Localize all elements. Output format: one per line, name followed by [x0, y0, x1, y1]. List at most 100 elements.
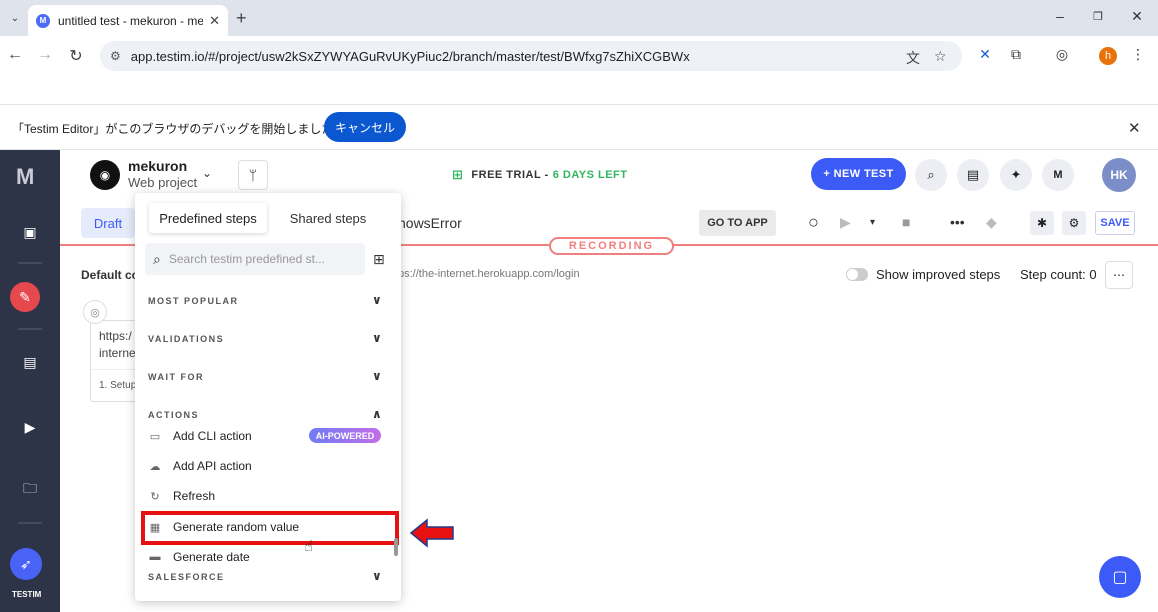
improved-steps-toggle[interactable] — [846, 268, 868, 281]
branch-icon[interactable]: ᛘ — [238, 160, 268, 190]
forward-icon[interactable]: → — [35, 46, 55, 64]
cli-icon: ▭ — [149, 430, 161, 443]
restore-icon[interactable]: ❐ — [1088, 10, 1108, 23]
new-tab-icon[interactable]: + — [236, 8, 247, 29]
screenshot-icon[interactable]: ◎ — [1052, 46, 1072, 66]
tab-shared-steps[interactable]: Shared steps — [285, 203, 371, 233]
browser-menu-icon[interactable]: ⋮ — [1128, 46, 1148, 66]
section-salesforce[interactable]: SALESFORCE — [148, 572, 225, 582]
play-options-chevron-icon[interactable]: ▾ — [870, 217, 875, 228]
bug-icon[interactable]: ✱ — [1030, 211, 1054, 235]
more-options-icon[interactable]: ••• — [950, 214, 965, 230]
translate-icon[interactable]: 文 — [906, 48, 920, 68]
tab-predefined-steps[interactable]: Predefined steps — [149, 203, 267, 233]
cancel-button[interactable]: キャンセル — [324, 112, 406, 142]
gear-icon[interactable]: ⚙ — [1062, 211, 1086, 235]
trial-label: FREE TRIAL - — [471, 169, 549, 181]
user-avatar[interactable]: HK — [1102, 158, 1136, 192]
rocket-icon[interactable]: ➶ — [10, 548, 42, 580]
notes-icon[interactable]: ▤ — [957, 159, 989, 191]
debug-infobar: 「Testim Editor」がこのブラウザのデバッグを開始しました キャンセル… — [0, 104, 1158, 150]
address-bar[interactable]: ⚙ app.testim.io/#/project/usw2kSxZYWYAGu… — [100, 41, 962, 71]
sidebar-divider — [18, 328, 42, 330]
more-options-icon[interactable]: ⋯ — [1105, 261, 1133, 289]
tab-search-chevron-icon[interactable]: ⌄ — [5, 8, 25, 28]
action-label: Add API action — [173, 459, 252, 473]
panel-scrollbar[interactable] — [394, 538, 398, 556]
sidebar-divider — [18, 262, 42, 264]
site-info-icon[interactable]: ⚙ — [110, 49, 121, 63]
chevron-up-icon[interactable]: ∧ — [372, 407, 382, 421]
recording-badge: RECORDING — [549, 237, 674, 255]
section-wait-for[interactable]: WAIT FOR — [148, 372, 204, 382]
go-to-app-button[interactable]: GO TO APP — [699, 210, 776, 236]
chevron-down-icon[interactable]: ⌄ — [202, 166, 212, 180]
action-generate-date[interactable]: ▬ Generate date — [148, 550, 250, 564]
date-icon: ▬ — [149, 551, 161, 563]
refresh-icon: ↻ — [150, 490, 160, 503]
project-name[interactable]: mekuron — [128, 158, 187, 174]
bookmark-star-icon[interactable]: ☆ — [934, 48, 947, 65]
trial-days: 6 DAYS LEFT — [552, 169, 628, 181]
add-folder-icon[interactable]: ⊞ — [373, 251, 385, 268]
red-arrow-annotation — [409, 518, 454, 548]
test-name[interactable]: howsError — [398, 215, 462, 231]
settings-folder-icon[interactable]: 🗀 — [18, 478, 42, 502]
back-icon[interactable]: ← — [5, 46, 25, 64]
reload-icon[interactable]: ↻ — [66, 46, 86, 66]
testim-logo[interactable]: M — [16, 164, 34, 190]
minimize-icon[interactable]: – — [1050, 8, 1070, 24]
predefined-steps-panel: Predefined steps Shared steps ⌕ Search t… — [135, 193, 401, 601]
action-refresh[interactable]: ↻ Refresh — [148, 489, 215, 503]
highlight-box — [141, 511, 399, 545]
action-add-cli[interactable]: ▭ Add CLI action — [148, 429, 252, 443]
action-add-api[interactable]: ☁ Add API action — [148, 459, 252, 473]
search-icon: ⌕ — [153, 250, 161, 267]
screen: ⌄ M untitled test - mekuron - me ✕ + – ❐… — [0, 0, 1158, 612]
action-label: Refresh — [173, 489, 216, 503]
infobar-close-icon[interactable]: ✕ — [1128, 119, 1141, 137]
search-placeholder: Search testim predefined st... — [168, 252, 325, 266]
url-text: app.testim.io/#/project/usw2kSxZYWYAGuRv… — [130, 48, 690, 64]
search-icon[interactable]: ⌕ — [915, 159, 947, 191]
sidebar-divider — [18, 522, 42, 524]
extensions-puzzle-icon[interactable]: ⧉ — [1006, 46, 1026, 66]
cloud-icon: ☁ — [149, 460, 161, 473]
runs-play-icon[interactable]: ▶ — [18, 415, 42, 439]
step-url-line2: interne — [99, 346, 136, 360]
editor-pencil-icon[interactable]: ✎ — [10, 282, 40, 312]
tab-close-icon[interactable]: ✕ — [209, 13, 220, 29]
chevron-down-icon[interactable]: ∨ — [372, 569, 382, 583]
m-app-icon[interactable]: M — [1042, 159, 1074, 191]
extension-x-icon[interactable]: ✕ — [975, 46, 995, 66]
base-url: ps://the-internet.herokuapp.com/login — [398, 268, 580, 280]
bird-icon[interactable]: ✦ — [1000, 159, 1032, 191]
tag-icon[interactable]: ◆ — [986, 214, 997, 231]
chevron-down-icon[interactable]: ∨ — [372, 369, 382, 383]
action-label: Add CLI action — [173, 429, 252, 443]
record-circle-icon[interactable]: ○ — [808, 212, 819, 233]
search-input[interactable]: ⌕ Search testim predefined st... — [145, 243, 365, 275]
new-test-button[interactable]: + NEW TEST — [811, 158, 906, 190]
chevron-down-icon[interactable]: ∨ — [372, 293, 382, 307]
testim-favicon-icon: M — [36, 13, 50, 28]
stop-icon[interactable]: ■ — [902, 214, 910, 230]
chevron-down-icon[interactable]: ∨ — [372, 331, 382, 345]
play-icon[interactable]: ▶ — [840, 214, 851, 231]
chat-icon[interactable]: ▢ — [1099, 556, 1141, 598]
section-actions[interactable]: ACTIONS — [148, 410, 199, 420]
browser-tab[interactable]: M untitled test - mekuron - me ✕ — [28, 5, 228, 36]
tab-draft[interactable]: Draft — [81, 208, 135, 238]
section-validations[interactable]: VALIDATIONS — [148, 334, 224, 344]
profile-avatar[interactable]: h — [1099, 47, 1117, 65]
window-close-icon[interactable]: ✕ — [1127, 8, 1147, 25]
improved-steps-label: Show improved steps — [876, 267, 1001, 282]
test-list-icon[interactable]: ▤ — [18, 350, 42, 374]
dashboard-chart-icon[interactable]: ▣ — [18, 220, 42, 244]
step-count: Step count: 0 — [1020, 267, 1097, 282]
browser-toolbar: ← → ↻ ⚙ app.testim.io/#/project/usw2kSxZ… — [0, 36, 1158, 76]
save-button[interactable]: SAVE — [1095, 211, 1135, 235]
project-type: Web project — [128, 175, 198, 190]
browser-tab-bar: ⌄ M untitled test - mekuron - me ✕ + – ❐… — [0, 0, 1158, 36]
section-most-popular[interactable]: MOST POPULAR — [148, 296, 239, 306]
